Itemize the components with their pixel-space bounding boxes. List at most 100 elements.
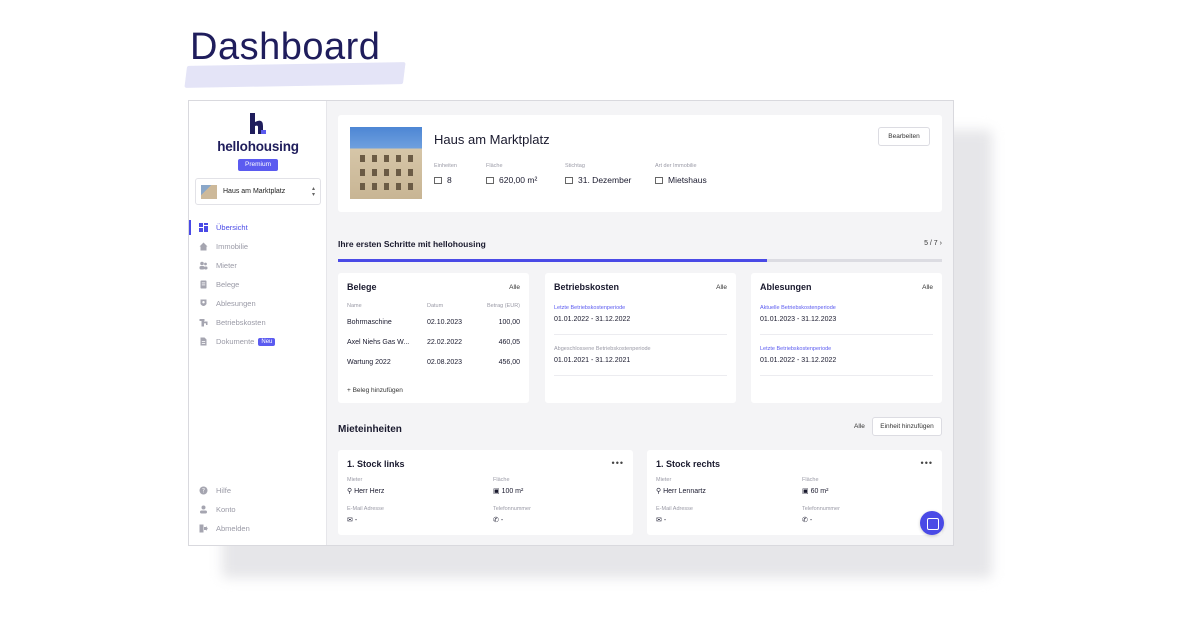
user-icon: [199, 505, 208, 514]
ablesungen-title: Ablesungen: [760, 282, 812, 292]
beleg-date: 22.02.2022: [427, 339, 463, 346]
meta-flaeche: Fläche 620,00 m²: [486, 163, 537, 185]
onboarding-steps[interactable]: Ihre ersten Schritte mit hellohousing 5 …: [338, 239, 942, 249]
sidebar-item-label: Mieter: [216, 261, 237, 270]
col-header-name: Name: [347, 303, 362, 309]
unit-title: 1. Stock links: [347, 459, 405, 469]
period-value[interactable]: 01.01.2022 - 31.12.2022: [554, 316, 630, 323]
flaeche-value-wrap: ▣ 60 m²: [802, 487, 828, 495]
col-header-betrag: Betrag (EUR): [486, 303, 520, 309]
beleg-amount: 460,05: [498, 339, 520, 346]
sidebar-item-uebersicht[interactable]: Übersicht: [189, 218, 327, 237]
beleg-name[interactable]: Bohrmaschine: [347, 319, 392, 326]
beleg-name[interactable]: Wartung 2022: [347, 359, 391, 366]
beleg-amount: 100,00: [498, 319, 520, 326]
flaeche-value: 100 m²: [501, 488, 524, 495]
betriebskosten-all-link[interactable]: Alle: [716, 284, 727, 291]
sidebar: hellohousing Premium Haus am Marktplatz …: [189, 101, 327, 545]
ablesungen-all-link[interactable]: Alle: [922, 284, 933, 291]
sidebar-item-hilfe[interactable]: ? Hilfe: [189, 481, 327, 500]
meta-value: 620,00 m²: [499, 175, 538, 185]
mieter-label: Mieter: [347, 477, 363, 483]
mieter-value-wrap: ⚲ Herr Herz: [347, 487, 384, 495]
divider: [554, 375, 727, 376]
main-content: Haus am Marktplatz Bearbeiten Einheiten …: [327, 101, 953, 545]
meta-label: Art der Immobilie: [655, 163, 697, 169]
beleg-amount: 456,00: [498, 359, 520, 366]
steps-title: Ihre ersten Schritte mit hellohousing: [338, 239, 486, 249]
email-value: -: [354, 517, 358, 524]
sidebar-nav: Übersicht Immobilie Mieter Belege Ablesu…: [189, 218, 327, 351]
flaeche-label: Fläche: [493, 477, 510, 483]
betriebskosten-card: Betriebskosten Alle Letzte Betriebskoste…: [545, 273, 736, 403]
unit-card[interactable]: 1. Stock rechts ••• Mieter ⚲ Herr Lennar…: [647, 450, 942, 535]
flaeche-value-wrap: ▣ 100 m²: [493, 487, 523, 495]
mieter-value: Herr Lennartz: [663, 488, 706, 495]
mieter-label: Mieter: [656, 477, 672, 483]
calendar-icon: [565, 176, 573, 184]
tel-label: Telefonnummer: [493, 506, 531, 512]
edit-button[interactable]: Bearbeiten: [878, 127, 930, 146]
mail-icon: ✉: [656, 517, 664, 524]
home-icon: [199, 242, 208, 251]
add-einheit-button[interactable]: Einheit hinzufügen: [872, 417, 942, 436]
sidebar-item-betriebskosten[interactable]: Betriebskosten: [189, 313, 327, 332]
sidebar-item-dokumente[interactable]: Dokumente Neu: [189, 332, 327, 351]
email-value-wrap: ✉ -: [347, 516, 357, 524]
meta-label: Einheiten: [434, 163, 457, 169]
meta-value: 8: [447, 175, 452, 185]
more-icon[interactable]: •••: [612, 458, 624, 468]
sidebar-item-label: Hilfe: [216, 486, 232, 495]
hero-title: Dashboard: [190, 26, 381, 68]
faucet-icon: [199, 318, 208, 327]
tel-value-wrap: ✆ -: [493, 516, 503, 524]
beleg-date: 02.10.2023: [427, 319, 463, 326]
unit-card[interactable]: 1. Stock links ••• Mieter ⚲ Herr Herz Fl…: [338, 450, 633, 535]
meta-label: Fläche: [486, 163, 503, 169]
sidebar-item-abmelden[interactable]: Abmelden: [189, 519, 327, 538]
sidebar-item-mieter[interactable]: Mieter: [189, 256, 327, 275]
sidebar-item-belege[interactable]: Belege: [189, 275, 327, 294]
period-label: Letzte Betriebskostenperiode: [554, 305, 626, 311]
add-beleg-button[interactable]: + Beleg hinzufügen: [347, 387, 403, 394]
area-icon: ▣: [802, 488, 811, 495]
sidebar-item-label: Belege: [216, 280, 240, 289]
chat-button[interactable]: [920, 511, 944, 535]
property-title: Haus am Marktplatz: [434, 132, 550, 147]
period-value[interactable]: 01.01.2023 - 31.12.2023: [760, 316, 836, 323]
property-image: [350, 127, 422, 199]
property-selector-value: Haus am Marktplatz: [223, 188, 286, 195]
area-icon: ▣: [493, 488, 502, 495]
meta-value-wrap: Mietshaus: [655, 175, 707, 185]
sidebar-item-ablesungen[interactable]: Ablesungen: [189, 294, 327, 313]
email-value: -: [663, 517, 667, 524]
steps-progress-fill: [338, 259, 767, 262]
beleg-name[interactable]: Axel Niehs Gas W...: [347, 339, 409, 346]
meta-label: Stichtag: [565, 163, 585, 169]
mieteinheiten-all-link[interactable]: Alle: [854, 423, 865, 430]
belege-title: Belege: [347, 282, 377, 292]
chevron-updown-icon: ▴ ▾: [311, 185, 315, 198]
more-icon[interactable]: •••: [921, 458, 933, 468]
meta-value-wrap: 8: [434, 175, 457, 185]
sidebar-item-konto[interactable]: Konto: [189, 500, 327, 519]
house-type-icon: [655, 176, 663, 184]
mail-icon: ✉: [347, 517, 355, 524]
steps-count-wrap: 5 / 7 ›: [924, 240, 942, 247]
meta-value: 31. Dezember: [578, 175, 632, 185]
sidebar-bottom-nav: ? Hilfe Konto Abmelden: [189, 481, 327, 538]
meter-icon: [199, 299, 208, 308]
divider: [760, 334, 933, 335]
meta-value-wrap: 620,00 m²: [486, 175, 537, 185]
period-value[interactable]: 01.01.2021 - 31.12.2021: [554, 357, 630, 364]
flaeche-value: 60 m²: [810, 488, 829, 495]
period-value[interactable]: 01.01.2022 - 31.12.2022: [760, 357, 836, 364]
belege-all-link[interactable]: Alle: [509, 284, 520, 291]
property-selector[interactable]: Haus am Marktplatz ▴ ▾: [195, 178, 321, 205]
sidebar-item-immobilie[interactable]: Immobilie: [189, 237, 327, 256]
area-icon: [486, 176, 494, 184]
email-value-wrap: ✉ -: [656, 516, 666, 524]
belege-card: Belege Alle Name Datum Betrag (EUR) Bohr…: [338, 273, 529, 403]
help-icon: ?: [199, 486, 208, 495]
svg-text:?: ?: [202, 488, 205, 495]
